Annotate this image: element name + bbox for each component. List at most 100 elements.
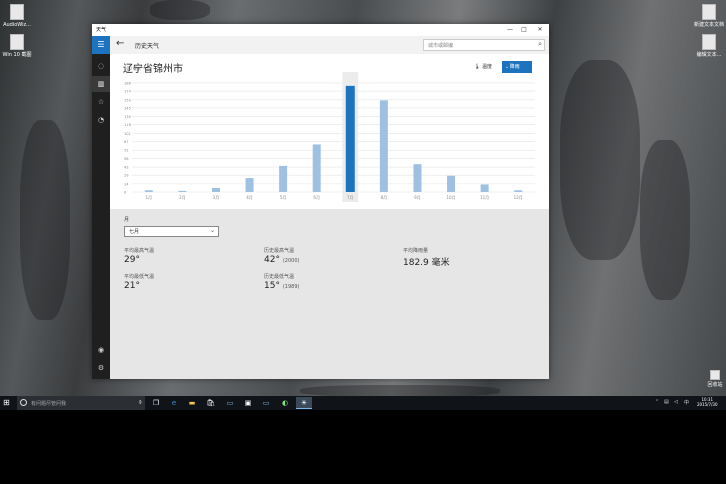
back-arrow-icon[interactable]: ← — [116, 38, 124, 49]
y-tick-label: 101 — [124, 132, 131, 136]
windows-start-icon[interactable]: ⊞ — [3, 398, 13, 408]
search-placeholder: 城市或邮编 — [428, 43, 454, 49]
chart-bar[interactable] — [480, 184, 489, 192]
chart-bar[interactable] — [211, 187, 220, 192]
x-tick-label: 12月 — [514, 195, 523, 200]
news-icon[interactable]: ◔ — [92, 112, 110, 128]
store-icon[interactable]: 🛍︎ — [203, 397, 219, 409]
x-tick-label: 8月 — [381, 195, 388, 200]
y-tick-label: 174 — [124, 90, 132, 94]
hamburger-menu-icon[interactable]: ☰ — [92, 36, 110, 54]
y-tick-label: 145 — [124, 106, 131, 110]
y-tick-label: 159 — [124, 98, 132, 102]
settings-icon[interactable]: ⚙ — [92, 360, 110, 376]
app-icon-3[interactable]: ◐ — [277, 397, 293, 409]
microphone-icon[interactable]: ⌽ — [138, 399, 142, 407]
month-select-value: 七月 — [129, 229, 140, 235]
record-low-stat: 历史最低气温 15° (1989) — [264, 274, 300, 291]
chart-bar[interactable] — [379, 100, 388, 192]
record-low-year: (1989) — [282, 284, 300, 290]
chart-bar[interactable] — [514, 190, 523, 192]
x-tick-label: 10月 — [446, 195, 455, 200]
text-file-icon — [702, 4, 716, 20]
chart-bar[interactable] — [245, 178, 254, 192]
cortana-icon — [20, 399, 27, 406]
text-file-icon — [702, 34, 716, 50]
y-tick-label: 130 — [124, 115, 132, 119]
record-high-year: (2000) — [282, 258, 300, 264]
avg-high-stat: 平均最高气温 29° — [124, 248, 155, 265]
edge-browser-icon[interactable]: e — [166, 397, 182, 409]
x-tick-label: 4月 — [246, 195, 253, 200]
minimize-button[interactable]: — — [504, 25, 516, 35]
chart-bar[interactable] — [447, 175, 456, 192]
x-tick-label: 2月 — [179, 195, 186, 200]
chart-bar[interactable] — [144, 190, 153, 192]
ime-icon[interactable]: 中 — [684, 399, 689, 406]
rainfall-chart: 100 毫米 0 14 29 43 58 72 87 101 116 130 145 159 174 188… — [124, 65, 535, 202]
file-icon — [10, 34, 24, 50]
taskbar-search-placeholder: 有问题尽管问我 — [31, 401, 67, 407]
chart-bar[interactable] — [279, 165, 288, 192]
x-tick-label: 5月 — [280, 195, 287, 200]
file-icon — [10, 4, 24, 20]
y-tick-label: 188 — [124, 81, 132, 85]
volume-icon[interactable]: ◁ — [674, 399, 678, 405]
y-tick-label: 87 — [124, 140, 129, 144]
chevron-down-icon: ⌄ — [209, 227, 215, 234]
chart-bar[interactable] — [345, 85, 355, 192]
x-tick-label: 9月 — [414, 195, 421, 200]
avg-rainfall-stat: 平均降雨量 182.9 毫米 — [403, 248, 450, 268]
page-header: ← 历史天气 城市或邮编 ⌕ — [110, 36, 549, 54]
x-tick-label: 7月 — [347, 195, 354, 200]
weather-app-taskbar-icon[interactable]: ☀ — [296, 397, 312, 409]
y-tick-label: 58 — [124, 157, 129, 161]
desktop-icon-recycle-bin[interactable]: 回收站 — [700, 370, 726, 388]
y-axis-label: 100 毫米 — [124, 65, 141, 71]
x-tick-label: 6月 — [313, 195, 320, 200]
search-input[interactable]: 城市或邮编 ⌕ — [423, 39, 545, 51]
taskbar: ⊞ 有问题尽管问我 ⌽ ❐ e ▬ 🛍︎ ▭ ▣ ▭ ◐ ☀ ⌃ ▤ ◁ 中 1… — [0, 396, 726, 410]
avg-low-stat: 平均最低气温 21° — [124, 274, 155, 291]
month-details-panel: 月 七月 ⌄ 平均最高气温 29° 平均最低气温 21° 历史最高气温 42° … — [110, 209, 549, 379]
window-titlebar[interactable]: 天气 — □ ✕ — [92, 24, 549, 36]
y-tick-label: 43 — [124, 166, 129, 170]
tray-chevron-icon[interactable]: ⌃ — [655, 399, 659, 405]
desktop-icon-screenshot[interactable]: Win 10 截图 — [2, 34, 32, 58]
close-button[interactable]: ✕ — [534, 25, 546, 35]
chart-bar[interactable] — [312, 144, 321, 192]
favorites-icon[interactable]: ☆ — [92, 94, 110, 110]
record-high-stat: 历史最高气温 42° (2000) — [264, 248, 300, 265]
x-tick-label: 3月 — [213, 195, 220, 200]
desktop-icon-audio[interactable]: AudioWiz... — [2, 4, 32, 28]
photos-icon[interactable]: ▣ — [240, 397, 256, 409]
home-icon[interactable]: ◌ — [92, 58, 110, 74]
desktop-icon-text-2[interactable]: 编辑文本... — [694, 34, 724, 58]
month-label: 月 — [124, 217, 130, 223]
file-explorer-icon[interactable]: ▬ — [184, 397, 200, 409]
taskbar-clock[interactable]: 10:31 2015/7/30 — [697, 397, 718, 407]
clock-date: 2015/7/30 — [697, 402, 718, 407]
taskbar-search-input[interactable]: 有问题尽管问我 ⌽ — [17, 396, 145, 410]
network-icon[interactable]: ▤ — [664, 399, 669, 405]
month-select[interactable]: 七月 ⌄ — [124, 226, 219, 237]
y-tick-label: 29 — [124, 174, 129, 178]
history-chart-icon[interactable]: ▥ — [92, 76, 110, 92]
maximize-button[interactable]: □ — [518, 25, 530, 35]
nav-pane: ☰ ◌ ▥ ☆ ◔ ◉ ⚙ — [92, 36, 110, 379]
page-title: 历史天气 — [135, 43, 160, 50]
chart-bar[interactable] — [413, 164, 422, 192]
recycle-bin-icon — [710, 370, 720, 380]
task-view-icon[interactable]: ❐ — [148, 397, 164, 409]
y-tick-label: 72 — [124, 149, 129, 153]
record-high-value: 42° — [264, 255, 280, 265]
desktop-icon-text-1[interactable]: 新建文本文档 — [694, 4, 724, 28]
x-tick-label: 11月 — [480, 195, 489, 200]
account-icon[interactable]: ◉ — [92, 342, 110, 358]
y-tick-label: 14 — [124, 182, 129, 186]
app-icon-1[interactable]: ▭ — [222, 397, 238, 409]
app-icon-2[interactable]: ▭ — [258, 397, 274, 409]
y-tick-label: 0 — [124, 191, 127, 195]
search-icon[interactable]: ⌕ — [538, 40, 542, 49]
chart-bar[interactable] — [178, 190, 187, 192]
